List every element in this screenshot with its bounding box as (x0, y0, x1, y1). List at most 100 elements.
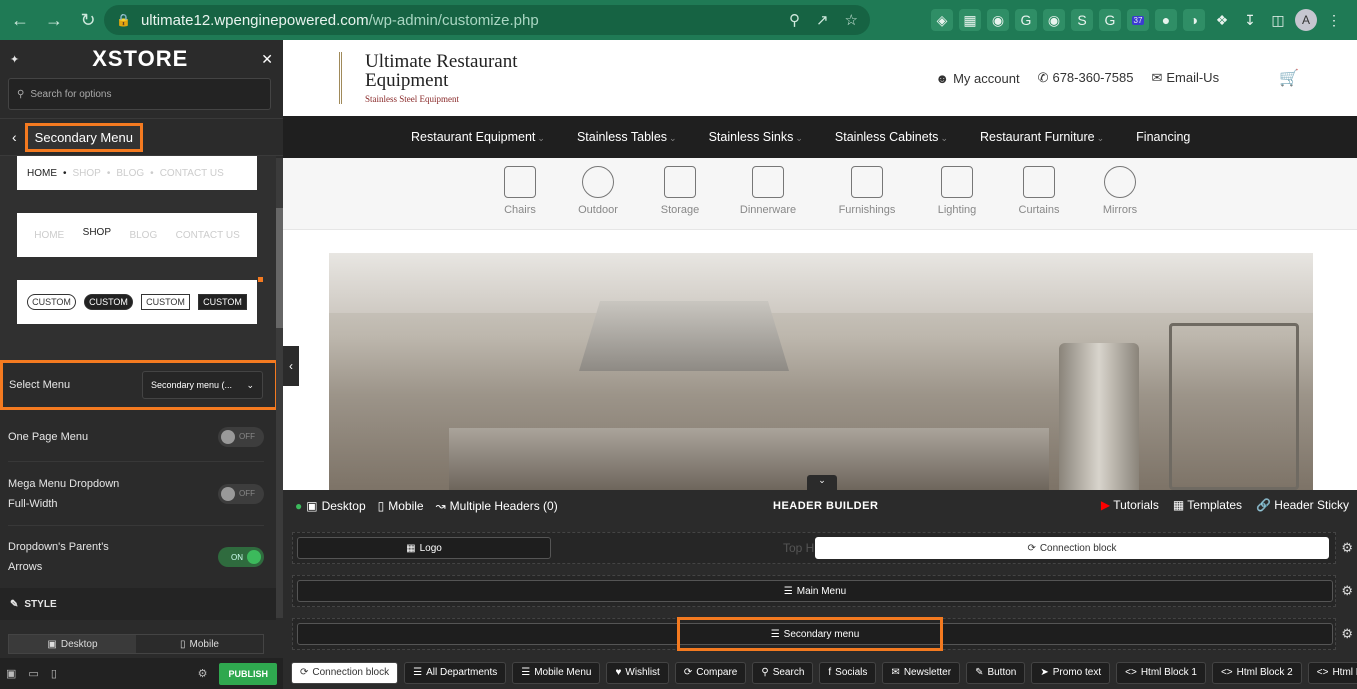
desktop-view-button[interactable]: ● ▣ Desktop (295, 499, 366, 513)
extension-icon[interactable]: ● (1155, 9, 1177, 31)
chevron-down-icon[interactable]: ⌄ (807, 475, 837, 490)
dock-item[interactable]: ♥ Wishlist (606, 661, 669, 684)
category-curtains[interactable]: Curtains (1004, 166, 1074, 216)
logo-element[interactable]: ▦ Logo (297, 537, 551, 559)
preview-item: HOME (27, 167, 57, 179)
publish-button[interactable]: PUBLISH (219, 662, 277, 685)
camera-icon[interactable]: ◉ (1043, 9, 1065, 31)
address-bar[interactable]: 🔒 ultimate12.wpenginepowered.com/wp-admi… (104, 5, 870, 35)
zoom-icon[interactable]: ⚲ (789, 11, 800, 29)
dock-item[interactable]: <> Html Block 1 (1116, 661, 1206, 684)
desktop-preview-icon[interactable]: ▣ (6, 667, 16, 680)
dock-item[interactable]: ⚲ Search (752, 661, 814, 684)
dock-item[interactable]: <>Html B (1307, 661, 1357, 684)
category-lighting[interactable]: Lighting (922, 166, 992, 216)
mobile-view-button[interactable]: ▯ Mobile (378, 499, 424, 513)
multiple-headers-button[interactable]: ↝ Multiple Headers (0) (436, 499, 558, 513)
templates-link[interactable]: ▦ Templates (1173, 498, 1242, 512)
close-icon[interactable]: ✕ (261, 51, 273, 68)
image-icon: ▦ (406, 542, 416, 554)
extension-icon[interactable]: ◈ (931, 9, 953, 31)
category-storage[interactable]: Storage (645, 166, 715, 216)
menu-icon[interactable]: ⋮ (1323, 9, 1345, 31)
gear-icon[interactable]: ⚙ (1341, 583, 1353, 599)
tablet-preview-icon[interactable]: ▭ (28, 667, 38, 680)
site-logo[interactable]: Ultimate Restaurant Equipment Stainless S… (339, 52, 549, 106)
grammarly-icon[interactable]: G (1099, 9, 1121, 31)
puzzle-icon[interactable]: ❖ (1211, 9, 1233, 31)
avatar[interactable]: A (1295, 9, 1317, 31)
dock-item[interactable]: <> Html Block 2 (1211, 661, 1302, 684)
mobile-preview-icon[interactable]: ▯ (51, 667, 57, 680)
category-dinnerware[interactable]: Dinnerware (733, 166, 803, 216)
dock-item[interactable]: ☰ All Departments (404, 661, 507, 684)
badge-extension-icon[interactable]: 37 (1127, 9, 1149, 31)
category-furnishings[interactable]: Furnishings (832, 166, 902, 216)
style-section[interactable]: ✎ STYLE (0, 588, 276, 620)
dock-item[interactable]: ☰ Mobile Menu (512, 661, 601, 684)
dropdown-arrows-toggle[interactable]: ON (218, 547, 264, 567)
dock-item[interactable]: ⟳ Connection block (291, 661, 399, 684)
chair-icon (504, 166, 536, 198)
extension-icon[interactable]: ◑ (1183, 9, 1205, 31)
star-icon[interactable]: ☆ (845, 11, 858, 29)
search-placeholder: Search for options (30, 88, 112, 100)
tab-mobile[interactable]: ▯ Mobile (136, 635, 263, 653)
element-dock: ⟳ Connection block ☰ All Departments ☰ Mobi… (283, 656, 1357, 689)
menu-style-preview-1[interactable]: HOME • SHOP • BLOG • CONTACT US (17, 156, 257, 190)
code-icon: <> (1220, 667, 1233, 678)
code-icon: <> (1125, 667, 1137, 678)
category-outdoor[interactable]: Outdoor (563, 166, 633, 216)
back-icon[interactable]: ← (6, 6, 34, 34)
dock-item[interactable]: f Socials (819, 661, 877, 684)
pin-icon[interactable]: ✦ (10, 53, 19, 66)
extension-icon[interactable]: ▦ (959, 9, 981, 31)
headers-icon: ↝ (435, 499, 446, 513)
search-input[interactable]: ⚲ Search for options (8, 78, 271, 110)
email-link[interactable]: ✉ Email-Us (1151, 70, 1219, 86)
mega-menu-toggle[interactable]: OFF (218, 483, 264, 504)
dock-item[interactable]: ➤ Promo text (1031, 661, 1111, 684)
dock-item[interactable]: ✎ Button (966, 661, 1026, 684)
connection-block-element[interactable]: ⟳ Connection block (815, 537, 1329, 559)
my-account-link[interactable]: ☻ My account (935, 71, 1019, 86)
nav-item[interactable]: Restaurant Equipment ⌄ (411, 130, 545, 144)
share-icon[interactable]: ↗ (816, 11, 829, 29)
tutorials-link[interactable]: ▶ Tutorials (1101, 498, 1159, 512)
globe-icon[interactable]: ◉ (987, 9, 1009, 31)
option-one-page-menu: One Page Menu OFF (8, 412, 264, 462)
menu-style-preview-2[interactable]: HOME SHOP BLOG CONTACT US (17, 213, 257, 257)
select-menu-dropdown[interactable]: Secondary menu (... ⌄ (142, 371, 263, 399)
menu-style-preview-3[interactable]: CUSTOM CUSTOM CUSTOM CUSTOM (17, 280, 257, 324)
cart-icon[interactable]: 🛒 (1279, 68, 1299, 88)
header-sticky-link[interactable]: 🔗 Header Sticky (1256, 498, 1349, 512)
translate-icon[interactable]: G (1015, 9, 1037, 31)
s-extension-icon[interactable]: S (1071, 9, 1093, 31)
forward-icon[interactable]: → (40, 6, 68, 34)
secondary-menu-element[interactable]: ☰ Secondary menu (297, 617, 1333, 651)
label: Socials (835, 667, 868, 678)
gear-icon[interactable]: ⚙ (198, 667, 208, 680)
tab-desktop[interactable]: ▣ Desktop (9, 635, 136, 653)
collapse-sidebar-button[interactable]: ‹ (283, 346, 299, 386)
download-icon[interactable]: ↧ (1239, 9, 1261, 31)
category-chairs[interactable]: Chairs (485, 166, 555, 216)
phone-link[interactable]: ✆ 678-360-7585 (1038, 70, 1134, 86)
nav-item[interactable]: Restaurant Furniture ⌄ (980, 130, 1104, 144)
dock-item[interactable]: ⟳ Compare (674, 661, 747, 684)
nav-label: Stainless Sinks (708, 130, 794, 144)
nav-item[interactable]: Stainless Tables ⌄ (577, 130, 677, 144)
chevron-left-icon[interactable]: ‹ (12, 129, 17, 145)
main-menu-element[interactable]: ☰ Main Menu (297, 580, 1333, 602)
category-mirrors[interactable]: Mirrors (1085, 166, 1155, 216)
nav-item[interactable]: Stainless Sinks ⌄ (709, 130, 803, 144)
gear-icon[interactable]: ⚙ (1341, 626, 1353, 642)
sidepanel-icon[interactable]: ◫ (1267, 9, 1289, 31)
dock-item[interactable]: ✉ Newsletter (882, 661, 961, 684)
nav-item[interactable]: Financing (1136, 130, 1190, 144)
gear-icon[interactable]: ⚙ (1341, 540, 1353, 556)
reload-icon[interactable]: ↻ (74, 6, 102, 34)
nav-item[interactable]: Stainless Cabinets ⌄ (835, 130, 948, 144)
one-page-menu-toggle[interactable]: OFF (218, 426, 264, 447)
sidebar-scroll-thumb[interactable] (276, 208, 283, 328)
